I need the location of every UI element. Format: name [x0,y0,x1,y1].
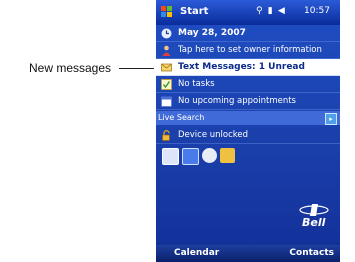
owner-icon [161,45,172,56]
device-lock-text: Device unlocked [178,130,249,140]
running-apps-bar [162,148,235,165]
volume-icon[interactable]: ◀ [278,6,286,16]
logo-text: Bell [302,216,326,229]
messages-text: Text Messages: 1 Unread [178,62,305,72]
envelope-icon [161,62,172,73]
bluetooth-app-icon[interactable] [182,148,199,165]
live-search-bar[interactable]: Live Search ▸ [156,111,340,125]
signal-icon[interactable]: ▮ [268,6,274,16]
screenshot-root: New messages Start ⚲ ▮ ◀ 10:57 May 28, 2… [0,0,355,262]
date-row[interactable]: May 28, 2007 [156,25,340,42]
live-search-label: Live Search [158,113,205,122]
phone-app-icon[interactable] [162,148,179,165]
calendar-icon [161,96,172,107]
tasks-row[interactable]: No tasks [156,76,340,93]
softkey-left[interactable]: Calendar [174,248,219,258]
appointments-row[interactable]: No upcoming appointments [156,93,340,110]
search-go-icon[interactable]: ▸ [325,113,337,125]
callout-label: New messages [29,61,112,75]
checkbox-icon [161,78,172,90]
callout-line [119,68,154,69]
tasks-text: No tasks [178,79,215,89]
appointments-text: No upcoming appointments [178,96,296,106]
bell-logo: Bell [294,203,334,233]
clock[interactable]: 10:57 [304,6,330,16]
softkey-bar: Calendar Contacts [156,245,340,262]
start-menu-label[interactable]: Start [180,6,208,17]
status-icons[interactable]: ⚲ ▮ ◀ [256,6,286,16]
padlock-icon [161,129,172,141]
clock-icon [161,28,172,39]
connectivity-icon[interactable]: ⚲ [256,6,264,16]
owner-row[interactable]: Tap here to set owner information [156,42,340,59]
device-lock-row[interactable]: Device unlocked [156,127,340,144]
sync-app-icon[interactable] [202,148,217,163]
messages-row[interactable]: Text Messages: 1 Unread [156,59,340,76]
title-bar: Start ⚲ ▮ ◀ 10:57 [156,0,340,25]
softkey-right[interactable]: Contacts [289,248,334,258]
comm-manager-icon[interactable] [220,148,235,163]
pocket-pc-screen: Start ⚲ ▮ ◀ 10:57 May 28, 2007 Tap here … [156,0,340,262]
start-flag-icon[interactable] [161,6,173,18]
owner-text: Tap here to set owner information [178,45,322,55]
date-text: May 28, 2007 [178,28,246,38]
